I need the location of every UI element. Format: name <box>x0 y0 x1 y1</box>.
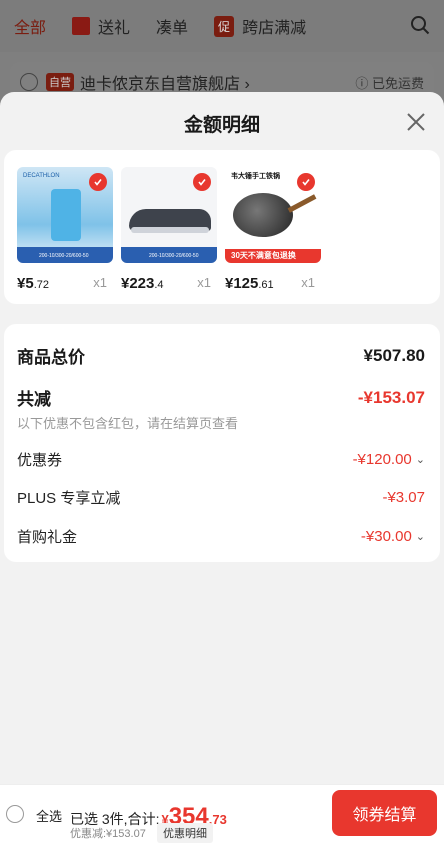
brand-label: DECATHLON <box>23 173 60 179</box>
bottom-bar: 全选 已选 3件,合计: ¥354.73 优惠减:¥153.07 优惠明细 领券… <box>0 784 444 849</box>
image-caption: 200-10/300-20/600-50 <box>39 253 89 259</box>
gift-icon <box>72 17 91 35</box>
product-item[interactable]: DECATHLON 200-10/300-20/600-50 ¥5.72 x1 <box>17 167 117 292</box>
tab-addon: 凑单 <box>156 20 189 37</box>
goods-total-label: 商品总价 <box>17 348 85 367</box>
amount-summary: 商品总价 ¥507.80 共减 -¥153.07 以下优惠不包含红包，请在结算页… <box>4 324 440 562</box>
coupon-value: -¥120.00 <box>352 451 412 468</box>
tab-gift: 送礼 <box>72 14 130 38</box>
product-price: ¥5.72 <box>17 275 49 292</box>
select-all-radio[interactable] <box>6 805 24 823</box>
plus-value: -¥3.07 <box>382 489 425 506</box>
discount-detail-button[interactable]: 优惠明细 <box>157 823 213 843</box>
free-shipping-label: ⓘ 已免运费 <box>355 75 424 91</box>
discount-note: 以下优惠不包含红包，请在结算页查看 <box>17 416 239 431</box>
product-qty: x1 <box>93 275 107 290</box>
product-qty: x1 <box>197 275 211 290</box>
image-title: 韦大锤手工铁锅 <box>231 173 280 180</box>
select-all-label[interactable]: 全选 <box>36 806 62 825</box>
total-reduce-label: 共减 <box>17 390 51 409</box>
image-caption: 30天不满意包退换 <box>231 251 296 260</box>
promo-badge: 促 <box>214 15 235 37</box>
checked-icon <box>193 173 211 191</box>
product-qty: x1 <box>301 275 315 290</box>
total-reduce-row: 共减 -¥153.07 <box>17 385 425 410</box>
product-list: DECATHLON 200-10/300-20/600-50 ¥5.72 x1 … <box>4 150 440 304</box>
self-operated-badge: 自营 <box>46 73 74 91</box>
search-icon <box>411 16 430 35</box>
background-tab-bar: 全部 送礼 凑单 促跨店满减 <box>0 0 444 52</box>
product-price: ¥223.4 <box>121 275 164 292</box>
first-purchase-row[interactable]: 首购礼金 -¥30.00 ⌄ <box>17 526 425 547</box>
plus-label: PLUS 专享立减 <box>17 490 121 507</box>
product-image: 韦大锤手工铁锅 30天不满意包退换 <box>225 167 321 263</box>
first-purchase-label: 首购礼金 <box>17 529 78 546</box>
chevron-down-icon[interactable]: ⌄ <box>416 530 425 543</box>
checkout-button[interactable]: 领券结算 <box>332 790 437 836</box>
product-item[interactable]: 200-10/300-20/600-50 ¥223.4 x1 <box>121 167 221 292</box>
coupon-row[interactable]: 优惠券 -¥120.00 ⌄ <box>17 449 425 470</box>
plus-row: PLUS 专享立减 -¥3.07 <box>17 487 425 508</box>
chevron-down-icon[interactable]: ⌄ <box>416 453 425 466</box>
amount-detail-sheet: 金额明细 DECATHLON 200-10/300-20/600-50 ¥5.7… <box>0 92 444 849</box>
first-purchase-value: -¥30.00 <box>360 528 412 545</box>
product-image: DECATHLON 200-10/300-20/600-50 <box>17 167 113 263</box>
checked-icon <box>297 173 315 191</box>
total-reduce-value: -¥153.07 <box>357 387 425 407</box>
sheet-title: 金额明细 <box>183 115 260 136</box>
close-icon[interactable] <box>404 110 428 134</box>
goods-total-value: ¥507.80 <box>363 345 425 365</box>
goods-total-row: 商品总价 ¥507.80 <box>17 343 425 368</box>
tab-cross-store: 促跨店满减 <box>214 14 306 38</box>
store-name: 迪卡侬京东自营旗舰店 › <box>80 76 250 93</box>
product-image: 200-10/300-20/600-50 <box>121 167 217 263</box>
product-item[interactable]: 韦大锤手工铁锅 30天不满意包退换 ¥125.61 x1 <box>225 167 325 292</box>
discount-amount: 优惠减:¥153.07 <box>70 828 146 840</box>
product-price: ¥125.61 <box>225 275 274 292</box>
tab-all: 全部 <box>14 20 47 37</box>
coupon-label: 优惠券 <box>17 452 63 469</box>
checked-icon <box>89 173 107 191</box>
store-radio <box>20 73 38 91</box>
image-caption: 200-10/300-20/600-50 <box>149 253 199 259</box>
